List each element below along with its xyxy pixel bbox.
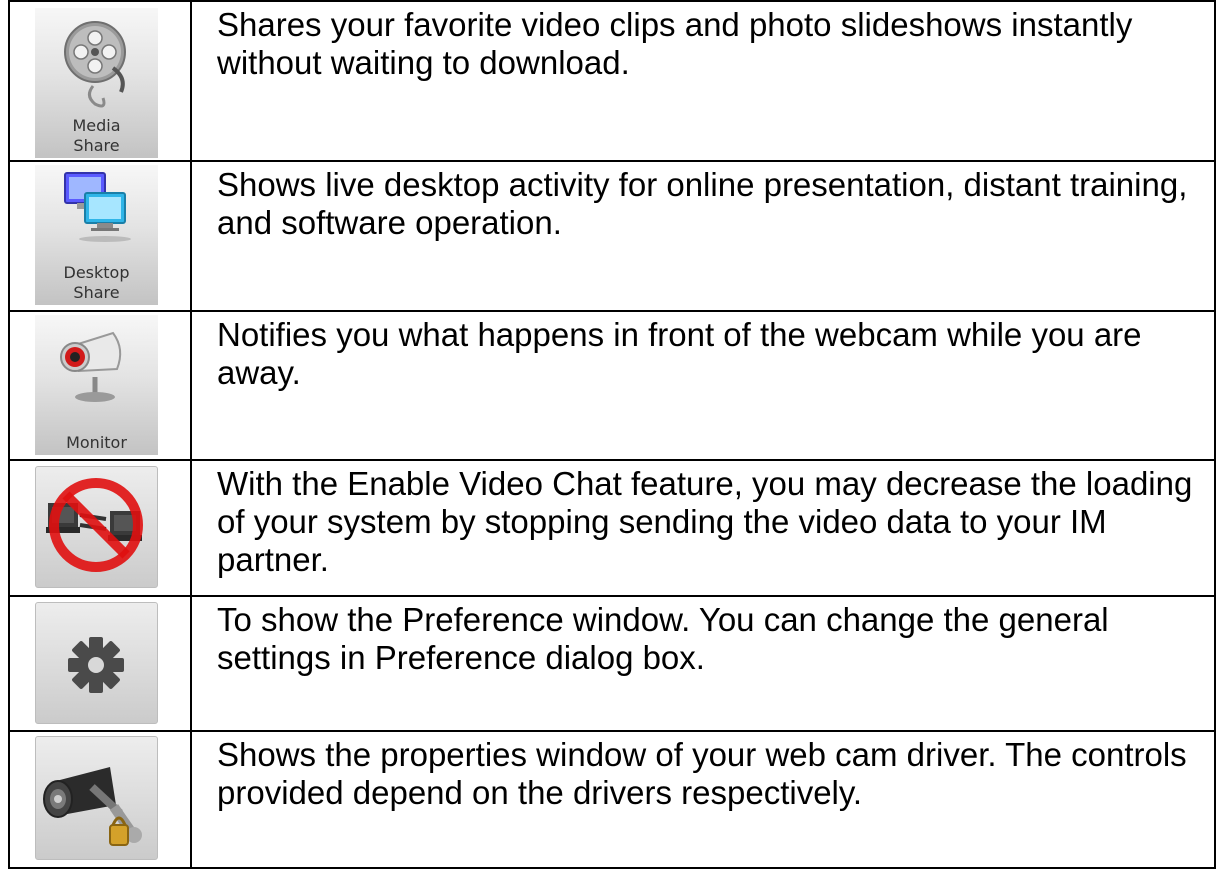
desktop-share-button[interactable]: Desktop Share <box>35 165 158 305</box>
feature-table: Media Share Shares your favorite video c… <box>8 0 1216 869</box>
description-cell: Notifies you what happens in front of th… <box>190 310 1216 461</box>
icon-label: Monitor <box>66 433 127 452</box>
icon-cell: Media Share <box>8 0 192 162</box>
desktop-share-icon <box>64 172 131 242</box>
icon-label: Media Share <box>72 116 121 155</box>
description-cell: Shares your favorite video clips and pho… <box>190 0 1216 162</box>
icon-label: Desktop Share <box>63 263 130 302</box>
table-row: Monitor Notifies you what happens in fro… <box>8 310 1216 461</box>
icon-cell <box>8 459 192 597</box>
media-share-icon <box>64 21 126 108</box>
icon-cell <box>8 730 192 869</box>
icon-cell: Desktop Share <box>8 160 192 312</box>
table-row: With the Enable Video Chat feature, you … <box>8 459 1216 597</box>
description-cell: To show the Preference window. You can c… <box>190 595 1216 732</box>
table-row: To show the Preference window. You can c… <box>8 595 1216 732</box>
icon-cell: Monitor <box>8 310 192 461</box>
preference-button[interactable] <box>35 602 158 724</box>
description-cell: Shows the properties window of your web … <box>190 730 1216 869</box>
gear-icon <box>68 637 124 693</box>
media-share-button[interactable]: Media Share <box>35 8 158 158</box>
table-row: Desktop Share Shows live desktop activit… <box>8 160 1216 312</box>
enable-video-chat-button[interactable] <box>35 466 158 588</box>
webcam-properties-icon <box>43 767 142 846</box>
table-row: Media Share Shares your favorite video c… <box>8 0 1216 162</box>
description-cell: With the Enable Video Chat feature, you … <box>190 459 1216 597</box>
table-row: Shows the properties window of your web … <box>8 730 1216 869</box>
webcam-properties-button[interactable] <box>35 736 158 860</box>
monitor-button[interactable]: Monitor <box>35 315 158 455</box>
icon-cell <box>8 595 192 732</box>
description-cell: Shows live desktop activity for online p… <box>190 160 1216 312</box>
disable-video-chat-icon <box>46 478 143 572</box>
monitor-icon <box>60 331 122 402</box>
